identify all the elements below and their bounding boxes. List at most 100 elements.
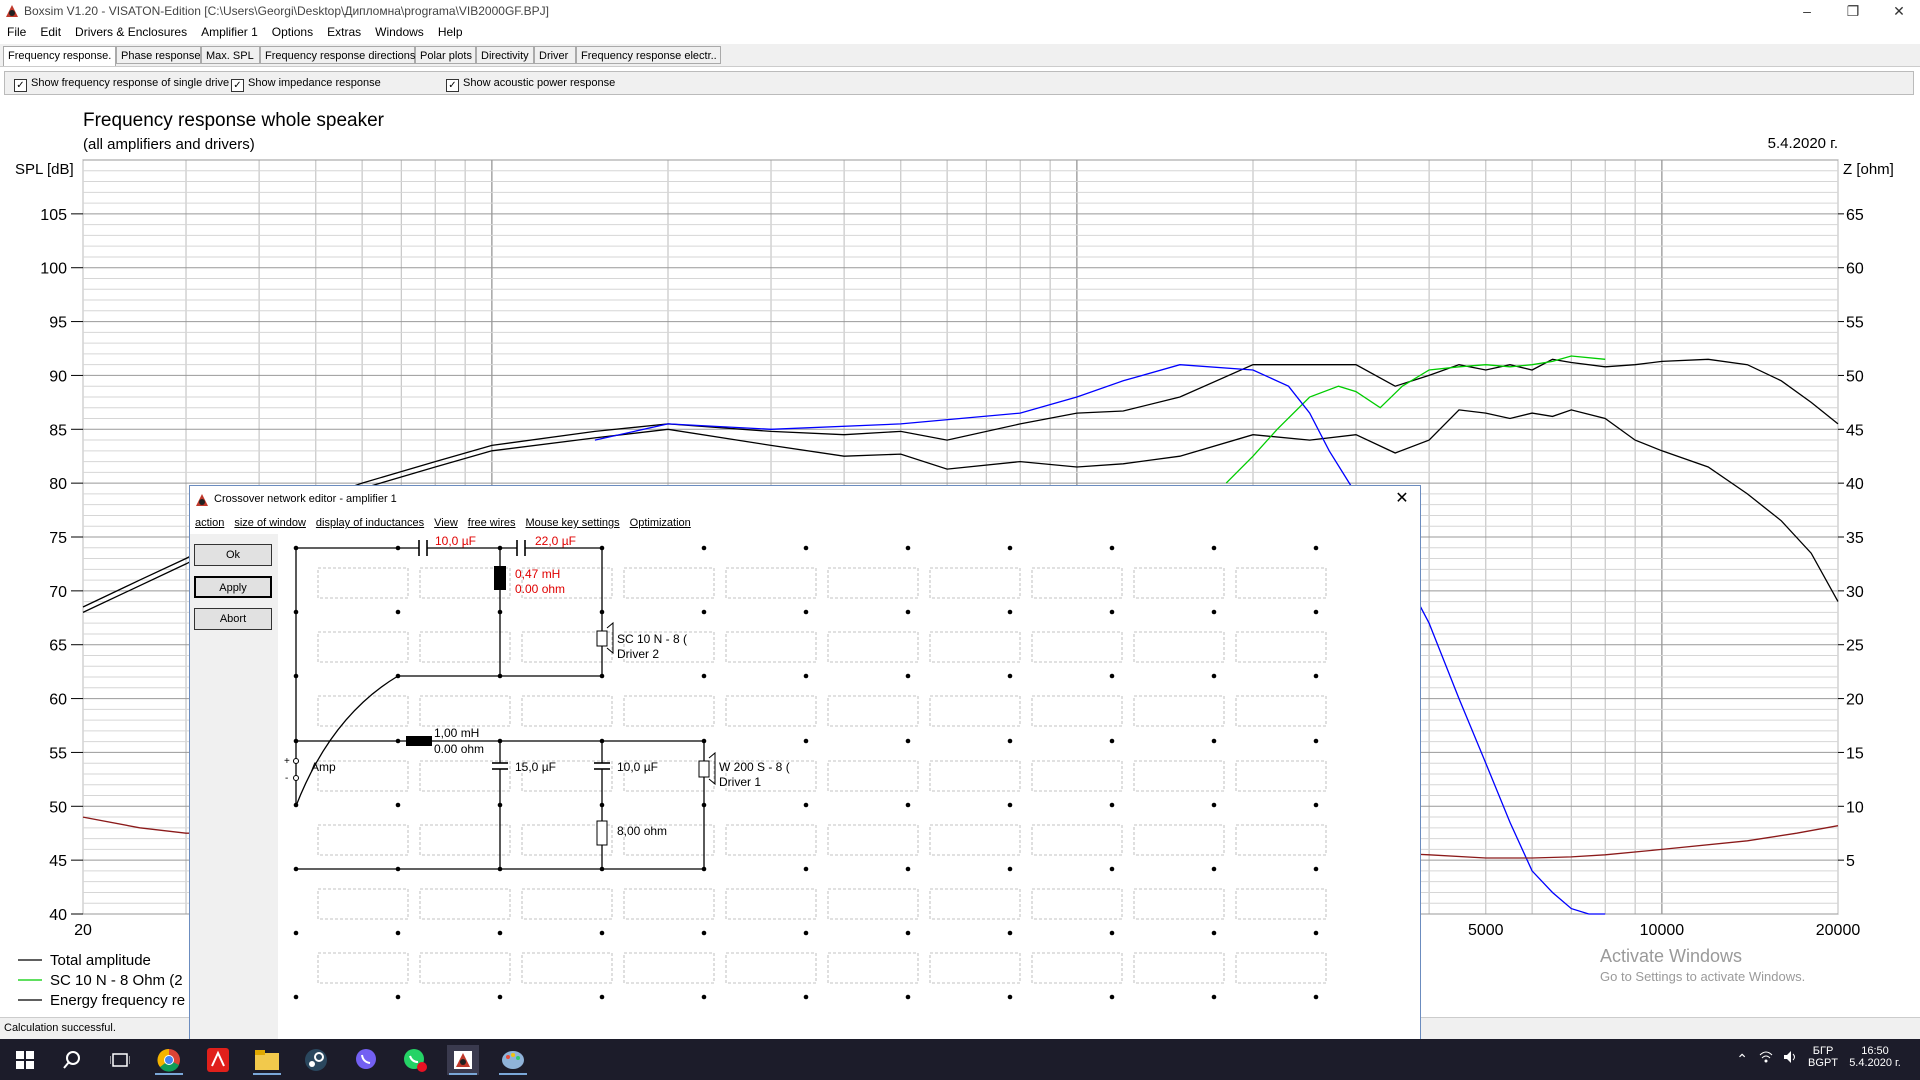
close-button[interactable]: ✕	[1876, 0, 1920, 22]
driver-2-symbol[interactable]	[596, 621, 614, 655]
menu-help[interactable]: Help	[431, 22, 470, 42]
dmenu-free-wires[interactable]: free wires	[463, 514, 521, 532]
single-drive-checkbox[interactable]: ✓ Show frequency response of single drive	[14, 77, 229, 92]
grid-dot	[497, 994, 503, 1000]
schematic-canvas[interactable]: 10,0 µF 22,0 µF 0,47 mH 0.00 ohm SC 10 N…	[278, 534, 1420, 1039]
dmenu-action[interactable]: action	[190, 514, 229, 532]
y-tick-label: 85	[49, 422, 67, 439]
driver2-label: Driver 2	[617, 647, 659, 661]
tab-frequency-response[interactable]: Frequency response.	[3, 46, 116, 66]
grid-slot	[1031, 888, 1123, 920]
apply-button[interactable]: Apply	[194, 576, 272, 598]
tab-directivity[interactable]: Directivity	[476, 46, 534, 64]
paint-icon[interactable]	[497, 1045, 529, 1075]
search-icon[interactable]	[56, 1045, 88, 1075]
tab-frequency-response-directions[interactable]: Frequency response directions	[260, 46, 415, 64]
capacitor-c1[interactable]	[418, 540, 428, 556]
dmenu-view[interactable]: View	[429, 514, 463, 532]
acoustic-power-label: Show acoustic power response	[463, 77, 616, 89]
y-tick-label: 100	[40, 261, 67, 278]
grid-dot	[803, 673, 809, 679]
dialog-close-button[interactable]: ✕	[1390, 488, 1414, 510]
activation-watermark: Activate Windows Go to Settings to activ…	[1600, 946, 1805, 984]
tab-polar-plots[interactable]: Polar plots	[415, 46, 476, 64]
grid-dot	[905, 673, 911, 679]
y2-tick-label: 65	[1846, 207, 1864, 224]
grid-dot	[1007, 609, 1013, 615]
grid-slot	[1031, 952, 1123, 984]
clock[interactable]: 16:50 5.4.2020 г.	[1844, 1045, 1906, 1069]
menu-amplifier-1[interactable]: Amplifier 1	[194, 22, 265, 42]
windows-start-icon[interactable]	[9, 1045, 41, 1075]
grid-slot	[317, 824, 409, 856]
steam-icon[interactable]	[300, 1045, 332, 1075]
grid-dot	[1007, 866, 1013, 872]
dialog-menu: action size of window display of inductanc…	[190, 514, 1420, 534]
impedance-checkbox[interactable]: ✓ Show impedance response	[231, 77, 381, 92]
acoustic-power-checkbox[interactable]: ✓ Show acoustic power response	[446, 77, 615, 92]
inductor-l1[interactable]	[494, 566, 506, 590]
menu-edit[interactable]: Edit	[33, 22, 68, 42]
language-indicator[interactable]: БГР BGPT	[1808, 1045, 1838, 1069]
minimize-button[interactable]: –	[1784, 0, 1830, 22]
boxsim-logo-icon	[196, 494, 208, 506]
file-explorer-icon[interactable]	[251, 1045, 283, 1075]
tab-frequency-response-electr[interactable]: Frequency response electr..	[576, 46, 721, 64]
chevron-up-icon[interactable]: ⌃	[1736, 1051, 1748, 1068]
grid-dot	[1109, 802, 1115, 808]
grid-dot	[1007, 802, 1013, 808]
volume-icon[interactable]	[1782, 1049, 1798, 1068]
wifi-icon[interactable]	[1758, 1049, 1774, 1068]
abort-button[interactable]: Abort	[194, 608, 272, 630]
grid-slot	[1235, 567, 1327, 599]
inductor-l2[interactable]	[406, 736, 432, 746]
grid-slot	[1031, 695, 1123, 727]
driver-1-symbol[interactable]	[698, 751, 716, 786]
grid-slot	[1133, 760, 1225, 792]
menu-extras[interactable]: Extras	[320, 22, 368, 42]
resistor-r1[interactable]	[596, 820, 608, 846]
menu-drivers-enclosures[interactable]: Drivers & Enclosures	[68, 22, 194, 42]
whatsapp-icon[interactable]	[399, 1045, 431, 1075]
single-drive-label: Show frequency response of single drive	[31, 77, 230, 89]
dialog-title: Crossover network editor - amplifier 1	[214, 493, 397, 505]
grid-slot	[521, 695, 613, 727]
grid-dot	[1007, 738, 1013, 744]
dmenu-size-of-window[interactable]: size of window	[229, 514, 311, 532]
y-tick-label: 55	[49, 745, 67, 762]
menu-windows[interactable]: Windows	[368, 22, 431, 42]
dmenu-mouse-key-settings[interactable]: Mouse key settings	[520, 514, 624, 532]
capacitor-c2[interactable]	[516, 540, 526, 556]
chrome-icon[interactable]	[153, 1045, 185, 1075]
menu-options[interactable]: Options	[265, 22, 320, 42]
capacitor-c3[interactable]	[492, 762, 508, 770]
grid-dot	[1211, 866, 1217, 872]
viber-icon[interactable]	[350, 1045, 382, 1075]
legend: Total amplitude SC 10 N - 8 Ohm (2 Energ…	[18, 952, 185, 1009]
grid-slot	[827, 631, 919, 663]
grid-slot	[1133, 952, 1225, 984]
taskbar: ⌃ БГР BGPT 16:50 5.4.2020 г.	[0, 1039, 1920, 1080]
menu-file[interactable]: File	[0, 22, 33, 42]
restore-button[interactable]: ❐	[1830, 0, 1876, 22]
ok-button[interactable]: Ok	[194, 544, 272, 566]
task-view-icon[interactable]	[104, 1045, 136, 1075]
boxsim-taskbar-icon[interactable]	[447, 1045, 479, 1075]
grid-dot	[1313, 673, 1319, 679]
c4-label: 10,0 µF	[617, 760, 658, 774]
grid-dot	[1007, 545, 1013, 551]
grid-slot	[317, 695, 409, 727]
tab-phase-response[interactable]: Phase response	[116, 46, 201, 64]
dmenu-display-of-inductances[interactable]: display of inductances	[311, 514, 429, 532]
y-tick-label: 95	[49, 315, 67, 332]
grid-dot	[395, 930, 401, 936]
grid-slot	[827, 888, 919, 920]
tab-driver[interactable]: Driver	[534, 46, 576, 64]
grid-slot	[725, 888, 817, 920]
capacitor-c4[interactable]	[594, 762, 610, 770]
tab-max-spl[interactable]: Max. SPL	[201, 46, 260, 64]
grid-slot	[1133, 888, 1225, 920]
acrobat-icon[interactable]	[202, 1045, 234, 1075]
dmenu-optimization[interactable]: Optimization	[625, 514, 696, 532]
y-tick-label: 60	[49, 692, 67, 709]
